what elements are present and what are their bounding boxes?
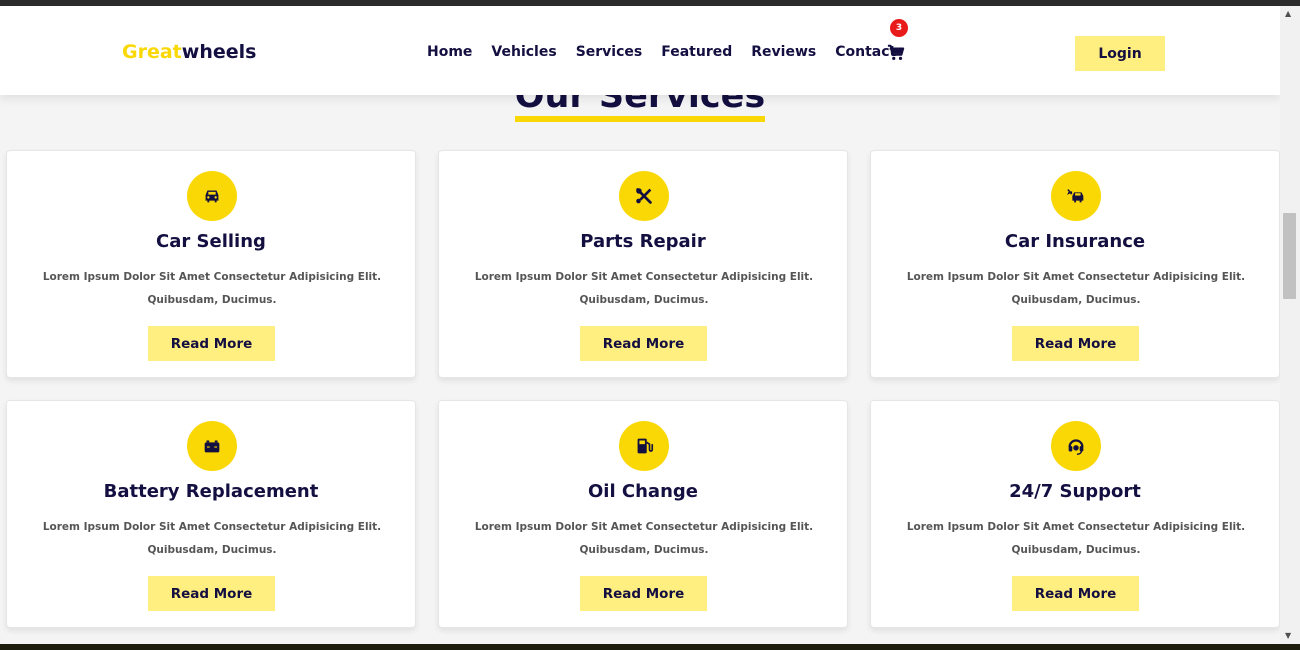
main-nav: Home Vehicles Services Featured Reviews … bbox=[427, 44, 896, 60]
service-title: 24/7 Support bbox=[1009, 481, 1141, 502]
service-title: Parts Repair bbox=[580, 231, 706, 252]
car-icon bbox=[187, 171, 237, 221]
service-description-line: Quibusdam, Ducimus. bbox=[1011, 294, 1141, 306]
service-description: Lorem Ipsum Dolor Sit Amet Consectetur A… bbox=[901, 516, 1251, 562]
service-title: Car Insurance bbox=[1004, 231, 1146, 252]
service-description-line: Lorem Ipsum Dolor Sit Amet Consectetur A… bbox=[42, 521, 382, 533]
nav-home[interactable]: Home bbox=[427, 44, 472, 60]
service-card-oil-change: Oil Change Lorem Ipsum Dolor Sit Amet Co… bbox=[438, 400, 848, 628]
page-viewport: Greatwheels Home Vehicles Services Featu… bbox=[0, 6, 1280, 644]
site-header: Greatwheels Home Vehicles Services Featu… bbox=[0, 6, 1280, 95]
service-description-line: Quibusdam, Ducimus. bbox=[147, 294, 277, 306]
scroll-down-icon[interactable]: ▼ bbox=[1285, 631, 1291, 641]
login-button[interactable]: Login bbox=[1075, 36, 1165, 71]
site-logo[interactable]: Greatwheels bbox=[122, 41, 256, 63]
nav-vehicles[interactable]: Vehicles bbox=[491, 44, 556, 60]
service-title: Battery Replacement bbox=[103, 481, 319, 502]
read-more-button[interactable]: Read More bbox=[580, 326, 707, 361]
nav-featured[interactable]: Featured bbox=[661, 44, 732, 60]
service-description-line: Quibusdam, Ducimus. bbox=[579, 544, 709, 556]
service-description-line: Lorem Ipsum Dolor Sit Amet Consectetur A… bbox=[906, 271, 1246, 283]
logo-accent: Great bbox=[122, 41, 182, 63]
read-more-button[interactable]: Read More bbox=[580, 576, 707, 611]
nav-services[interactable]: Services bbox=[576, 44, 643, 60]
service-description-line: Quibusdam, Ducimus. bbox=[147, 544, 277, 556]
service-description: Lorem Ipsum Dolor Sit Amet Consectetur A… bbox=[469, 266, 819, 312]
bottom-edge bbox=[0, 644, 1300, 650]
service-card-parts-repair: Parts Repair Lorem Ipsum Dolor Sit Amet … bbox=[438, 150, 848, 378]
nav-reviews[interactable]: Reviews bbox=[751, 44, 816, 60]
service-card-car-insurance: Car Insurance Lorem Ipsum Dolor Sit Amet… bbox=[870, 150, 1280, 378]
cart-count-badge: 3 bbox=[890, 19, 908, 37]
service-description-line: Lorem Ipsum Dolor Sit Amet Consectetur A… bbox=[474, 271, 814, 283]
tools-icon bbox=[619, 171, 669, 221]
service-description: Lorem Ipsum Dolor Sit Amet Consectetur A… bbox=[901, 266, 1251, 312]
service-description: Lorem Ipsum Dolor Sit Amet Consectetur A… bbox=[37, 266, 387, 312]
service-description-line: Quibusdam, Ducimus. bbox=[579, 294, 709, 306]
service-description-line: Lorem Ipsum Dolor Sit Amet Consectetur A… bbox=[474, 521, 814, 533]
service-description-line: Quibusdam, Ducimus. bbox=[1011, 544, 1141, 556]
service-card-support: 24/7 Support Lorem Ipsum Dolor Sit Amet … bbox=[870, 400, 1280, 628]
service-description: Lorem Ipsum Dolor Sit Amet Consectetur A… bbox=[469, 516, 819, 562]
service-card-car-selling: Car Selling Lorem Ipsum Dolor Sit Amet C… bbox=[6, 150, 416, 378]
service-description-line: Lorem Ipsum Dolor Sit Amet Consectetur A… bbox=[42, 271, 382, 283]
cart-icon[interactable] bbox=[887, 44, 905, 62]
read-more-button[interactable]: Read More bbox=[148, 326, 275, 361]
scroll-up-icon[interactable]: ▲ bbox=[1285, 9, 1291, 19]
read-more-button[interactable]: Read More bbox=[148, 576, 275, 611]
service-card-battery-replacement: Battery Replacement Lorem Ipsum Dolor Si… bbox=[6, 400, 416, 628]
headset-icon bbox=[1051, 421, 1101, 471]
service-title: Car Selling bbox=[156, 231, 266, 252]
scroll-thumb[interactable] bbox=[1283, 213, 1296, 299]
battery-icon bbox=[187, 421, 237, 471]
read-more-button[interactable]: Read More bbox=[1012, 576, 1139, 611]
logo-rest: wheels bbox=[181, 41, 257, 63]
read-more-button[interactable]: Read More bbox=[1012, 326, 1139, 361]
service-description: Lorem Ipsum Dolor Sit Amet Consectetur A… bbox=[37, 516, 387, 562]
vertical-scrollbar[interactable]: ▲ ▼ bbox=[1280, 6, 1300, 644]
car-crash-icon bbox=[1051, 171, 1101, 221]
service-title: Oil Change bbox=[588, 481, 698, 502]
gas-pump-icon bbox=[619, 421, 669, 471]
service-description-line: Lorem Ipsum Dolor Sit Amet Consectetur A… bbox=[906, 521, 1246, 533]
